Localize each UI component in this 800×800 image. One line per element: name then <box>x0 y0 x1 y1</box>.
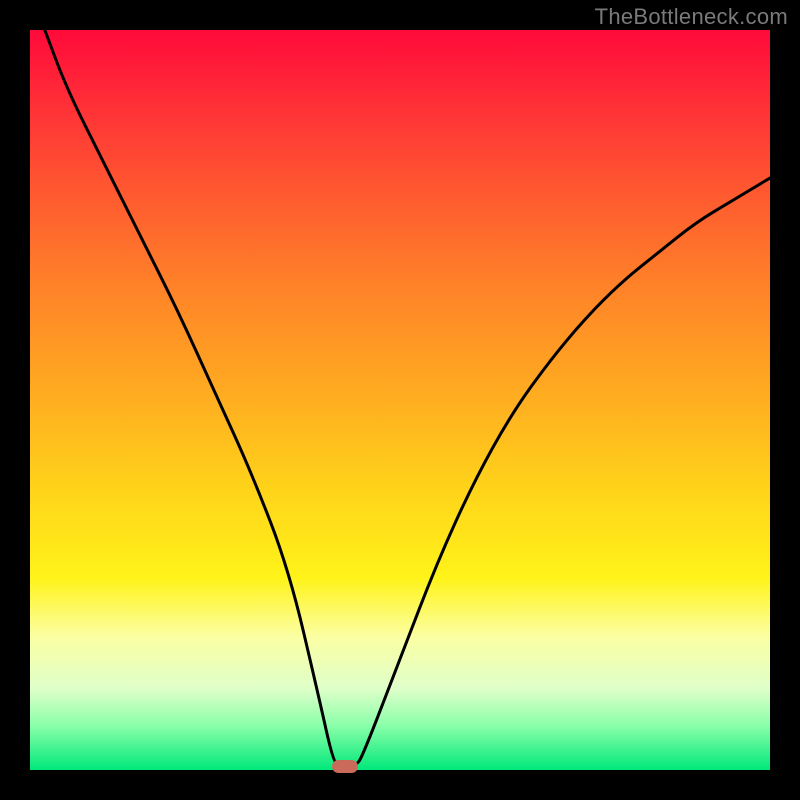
optimum-marker <box>332 760 358 773</box>
chart-frame: TheBottleneck.com <box>0 0 800 800</box>
bottleneck-curve <box>30 30 770 770</box>
watermark-text: TheBottleneck.com <box>595 4 788 30</box>
plot-area <box>30 30 770 770</box>
